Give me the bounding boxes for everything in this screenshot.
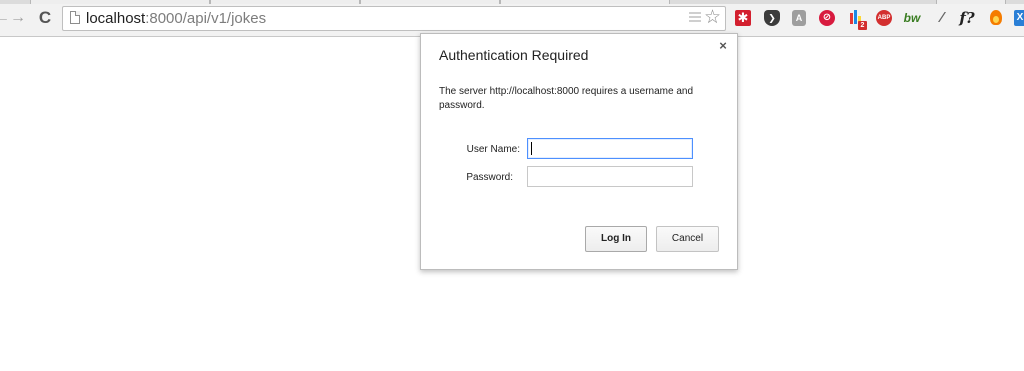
username-input[interactable] [527, 138, 693, 159]
bookmark-star-icon[interactable]: ☆ [704, 7, 721, 29]
angularjs-batarang-icon[interactable]: A [792, 10, 806, 26]
password-input[interactable] [527, 166, 693, 187]
page-icon [70, 11, 80, 24]
tracking-icon[interactable]: ⊘ [819, 10, 835, 26]
builtwith-icon[interactable]: bw [902, 10, 922, 26]
tab[interactable] [500, 0, 670, 4]
tab[interactable] [936, 0, 1006, 4]
forward-button[interactable]: → [10, 9, 26, 27]
formula-icon[interactable]: f? [957, 10, 977, 26]
address-bar[interactable]: localhost:8000/api/v1/jokes ☆ [62, 6, 726, 31]
url-host: localhost [86, 10, 146, 27]
browser-toolbar: ← → C localhost:8000/api/v1/jokes ☆ ✱ ❯ … [0, 0, 1024, 37]
eyedropper-icon[interactable]: ⁄ [932, 10, 952, 26]
url-text[interactable]: localhost:8000/api/v1/jokes [86, 10, 266, 28]
bar-chart-badge-icon[interactable]: 2 [849, 10, 867, 30]
url-path: :8000/api/v1/jokes [145, 10, 267, 27]
login-button[interactable]: Log In [585, 226, 647, 252]
password-label: Password: [466, 172, 513, 183]
pocket-icon[interactable]: ❯ [764, 10, 780, 26]
username-label: User Name: [466, 144, 520, 155]
lastpass-icon[interactable]: ✱ [735, 10, 751, 26]
authentication-dialog: Authentication Required × The server htt… [420, 33, 738, 270]
adblock-plus-icon[interactable]: ABP [876, 10, 892, 26]
reader-mode-icon[interactable] [689, 12, 701, 24]
text-cursor [531, 142, 532, 155]
dialog-message: The server http://localhost:8000 require… [439, 86, 694, 111]
back-button[interactable]: ← [0, 9, 10, 27]
dialog-title: Authentication Required [439, 47, 589, 63]
tab[interactable] [30, 0, 210, 4]
reload-button[interactable]: C [36, 9, 54, 27]
tab[interactable] [210, 0, 360, 4]
tab[interactable] [360, 0, 500, 4]
partial-extension-icon[interactable]: X [1014, 10, 1024, 26]
fire-icon[interactable] [988, 10, 1004, 26]
cancel-button[interactable]: Cancel [656, 226, 719, 252]
close-icon[interactable]: × [717, 39, 729, 53]
badge-count: 2 [858, 21, 867, 30]
